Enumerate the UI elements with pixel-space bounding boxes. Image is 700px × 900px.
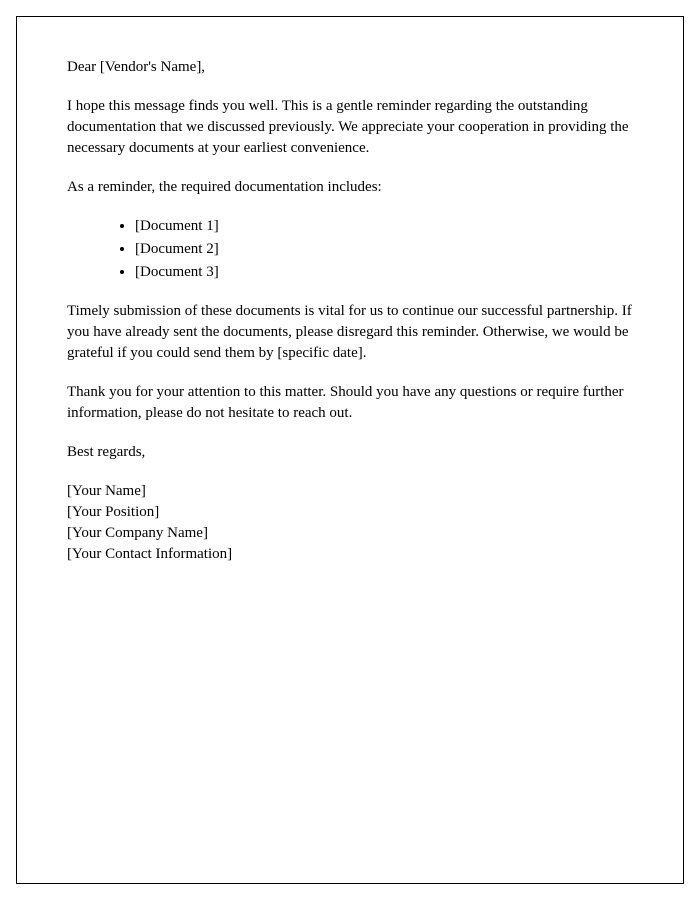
signature-contact: [Your Contact Information] [67, 544, 633, 565]
list-item: [Document 2] [135, 239, 633, 260]
list-item: [Document 3] [135, 262, 633, 283]
signature-block: [Your Name] [Your Position] [Your Compan… [67, 481, 633, 565]
document-list: [Document 1] [Document 2] [Document 3] [67, 216, 633, 283]
reminder-paragraph: As a reminder, the required documentatio… [67, 177, 633, 198]
signature-name: [Your Name] [67, 481, 633, 502]
closing: Best regards, [67, 442, 633, 463]
intro-paragraph: I hope this message finds you well. This… [67, 96, 633, 159]
letter-page: Dear [Vendor's Name], I hope this messag… [16, 16, 684, 884]
signature-position: [Your Position] [67, 502, 633, 523]
signature-company: [Your Company Name] [67, 523, 633, 544]
salutation: Dear [Vendor's Name], [67, 57, 633, 78]
list-item: [Document 1] [135, 216, 633, 237]
submission-paragraph: Timely submission of these documents is … [67, 301, 633, 364]
thankyou-paragraph: Thank you for your attention to this mat… [67, 382, 633, 424]
